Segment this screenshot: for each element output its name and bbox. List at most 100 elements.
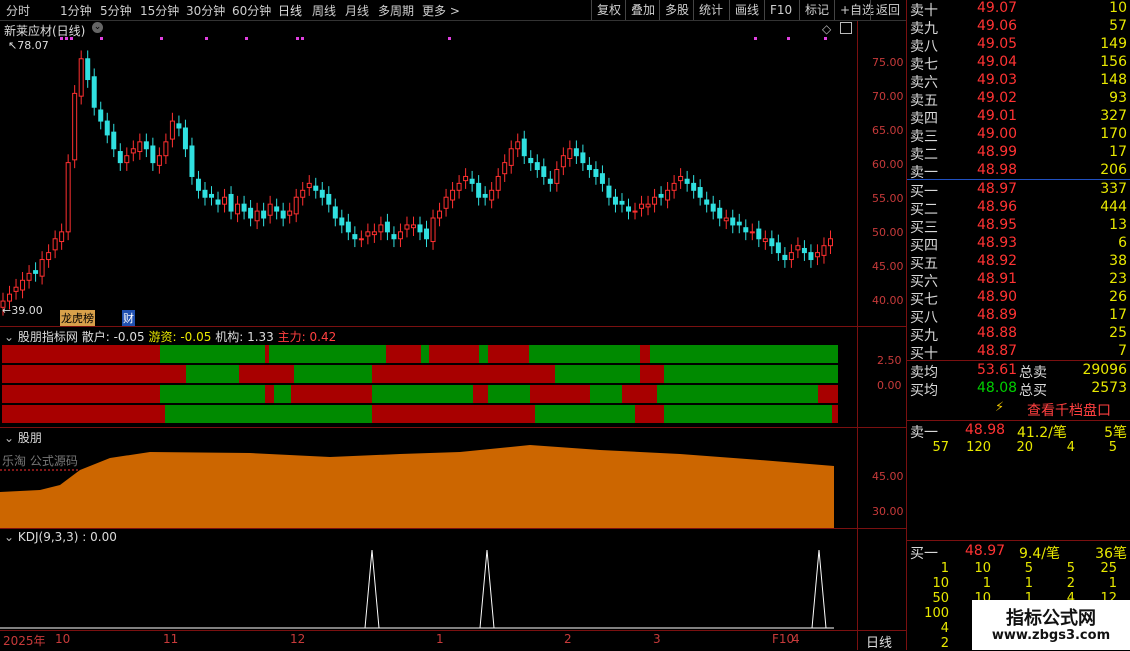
buy-level-row[interactable]: 买二 48.96 444 [907,199,1130,218]
multi-stock-button[interactable]: 多股 [659,0,694,20]
chevron-down-icon[interactable]: ⌄ [4,330,14,344]
sell-level-row[interactable]: 卖八 49.05 149 [907,36,1130,55]
view-depth-button[interactable]: ⚡ 查看千档盘口 [907,398,1130,420]
level-volume: 148 [1100,72,1127,88]
tab-period-multi[interactable]: 多周期 [378,2,414,19]
sell-level-row[interactable]: 卖二 48.99 17 [907,144,1130,163]
level-volume: 170 [1100,126,1127,142]
x-tick: 11 [163,632,179,646]
tab-period-weekly[interactable]: 周线 [312,2,336,19]
buy-level-row[interactable]: 买三 48.95 13 [907,217,1130,236]
sell-avg-row: 卖均 53.61 总卖 29096 [907,362,1130,381]
level-label: 买六 [910,274,938,290]
buy-level-row[interactable]: 买四 48.93 6 [907,235,1130,254]
mark-button[interactable]: 标记 [799,0,834,20]
buy1-price: 48.97 [965,543,1006,559]
sell-level-row[interactable]: 卖六 49.03 148 [907,72,1130,91]
fuquan-button[interactable]: 复权 [591,0,626,20]
y-tick: 60.00 [872,158,904,171]
divider [907,360,1130,361]
low-price-label: ←39.00 [2,304,43,317]
queue-cell: 5 [1066,561,1075,576]
tab-period-15min[interactable]: 15分钟 [140,2,179,19]
queue-cell: 5 [1024,561,1033,576]
level-label: 卖四 [910,111,938,127]
finance-badge[interactable]: 财 [122,310,135,326]
draw-line-button[interactable]: 画线 [729,0,764,20]
sell-level-row[interactable]: 卖四 49.01 327 [907,108,1130,127]
sell-level-row[interactable]: 卖五 49.02 93 [907,90,1130,109]
level-volume: 7 [1118,343,1127,359]
x-tick: 2 [564,632,572,646]
tab-period-1min[interactable]: 1分钟 [60,2,92,19]
sell-level-row[interactable]: 卖一 48.98 206 [907,162,1130,181]
sell-level-row[interactable]: 卖十 49.07 10 [907,0,1130,19]
sell-avg-label: 卖均 [910,365,938,381]
y-tick: 0.00 [877,379,902,392]
queue-cell: 25 [1100,561,1117,576]
queue-cell: 1 [1108,576,1117,591]
sell-level-row[interactable]: 卖七 49.04 156 [907,54,1130,73]
divider [907,420,1130,421]
buy-level-row[interactable]: 买五 48.92 38 [907,253,1130,272]
level-volume: 93 [1109,90,1127,106]
indicator1-youzi: 游资: -0.05 [148,330,212,344]
level-label: 买二 [910,202,938,218]
stats-button[interactable]: 统计 [693,0,728,20]
y-tick: 45.00 [872,260,904,273]
back-button[interactable]: 返回 [870,0,905,20]
high-price-value: 78.07 [17,39,49,52]
level-price: 49.06 [977,18,1018,34]
level-price: 48.91 [977,271,1018,287]
level-label: 买四 [910,238,938,254]
overlay-button[interactable]: 叠加 [625,0,660,20]
buy-level-row[interactable]: 买七 48.90 26 [907,289,1130,308]
level-volume: 444 [1100,199,1127,215]
tab-period-60min[interactable]: 60分钟 [232,2,271,19]
level-volume: 23 [1109,271,1127,287]
tab-period-more[interactable]: 更多 > [422,2,460,19]
sell1-queue: 57 120 20 4 5 [907,440,1130,460]
level-price: 48.87 [977,343,1018,359]
longhubang-badge[interactable]: 龙虎榜 [60,310,95,326]
buy-level-row[interactable]: 买九 48.88 25 [907,325,1130,344]
buy-level-row[interactable]: 买十 48.87 7 [907,343,1130,362]
level-label: 买五 [910,256,938,272]
buy-level-row[interactable]: 买一 48.97 337 [907,181,1130,200]
tab-period-30min[interactable]: 30分钟 [186,2,225,19]
level-price: 49.05 [977,36,1018,52]
sell-level-row[interactable]: 卖三 49.00 170 [907,126,1130,145]
tab-period-5min[interactable]: 5分钟 [100,2,132,19]
period-label: 日线 [866,636,893,651]
x-tick: 10 [55,632,71,646]
level-price: 48.93 [977,235,1018,251]
level-price: 48.96 [977,199,1018,215]
level-price: 49.00 [977,126,1018,142]
tab-period-monthly[interactable]: 月线 [345,2,369,19]
buy-level-row[interactable]: 买八 48.89 17 [907,307,1130,326]
site-watermark: 指标公式网 www.zbgs3.com [972,600,1130,650]
divider [907,540,1130,541]
level-label: 买八 [910,310,938,326]
low-price-value: 39.00 [11,304,43,317]
tab-period-fenshi[interactable]: 分时 [6,2,30,19]
panel-divider [0,427,906,428]
panel-divider [0,326,906,327]
level-volume: 13 [1109,217,1127,233]
sell1-count: 5笔 [1104,425,1127,441]
formula-watermark: 乐淘 公式源码 [2,454,78,468]
sell-level-row[interactable]: 卖九 49.06 57 [907,18,1130,37]
order-book-panel: 卖十 49.07 10 卖九 49.06 57 卖八 49.05 149 卖七 49.04 156 卖六… [906,0,1130,651]
level-volume: 17 [1109,307,1127,323]
level-volume: 6 [1118,235,1127,251]
queue-cell: 4 [1066,440,1075,455]
level-price: 48.88 [977,325,1018,341]
f10-button[interactable]: F10 [764,0,797,20]
candlestick-chart [0,37,833,316]
indicator1-bands [2,345,838,423]
level-label: 卖三 [910,129,938,145]
tab-period-daily[interactable]: 日线 [278,2,302,19]
level-label: 卖二 [910,147,938,163]
level-label: 卖八 [910,39,938,55]
buy-level-row[interactable]: 买六 48.91 23 [907,271,1130,290]
